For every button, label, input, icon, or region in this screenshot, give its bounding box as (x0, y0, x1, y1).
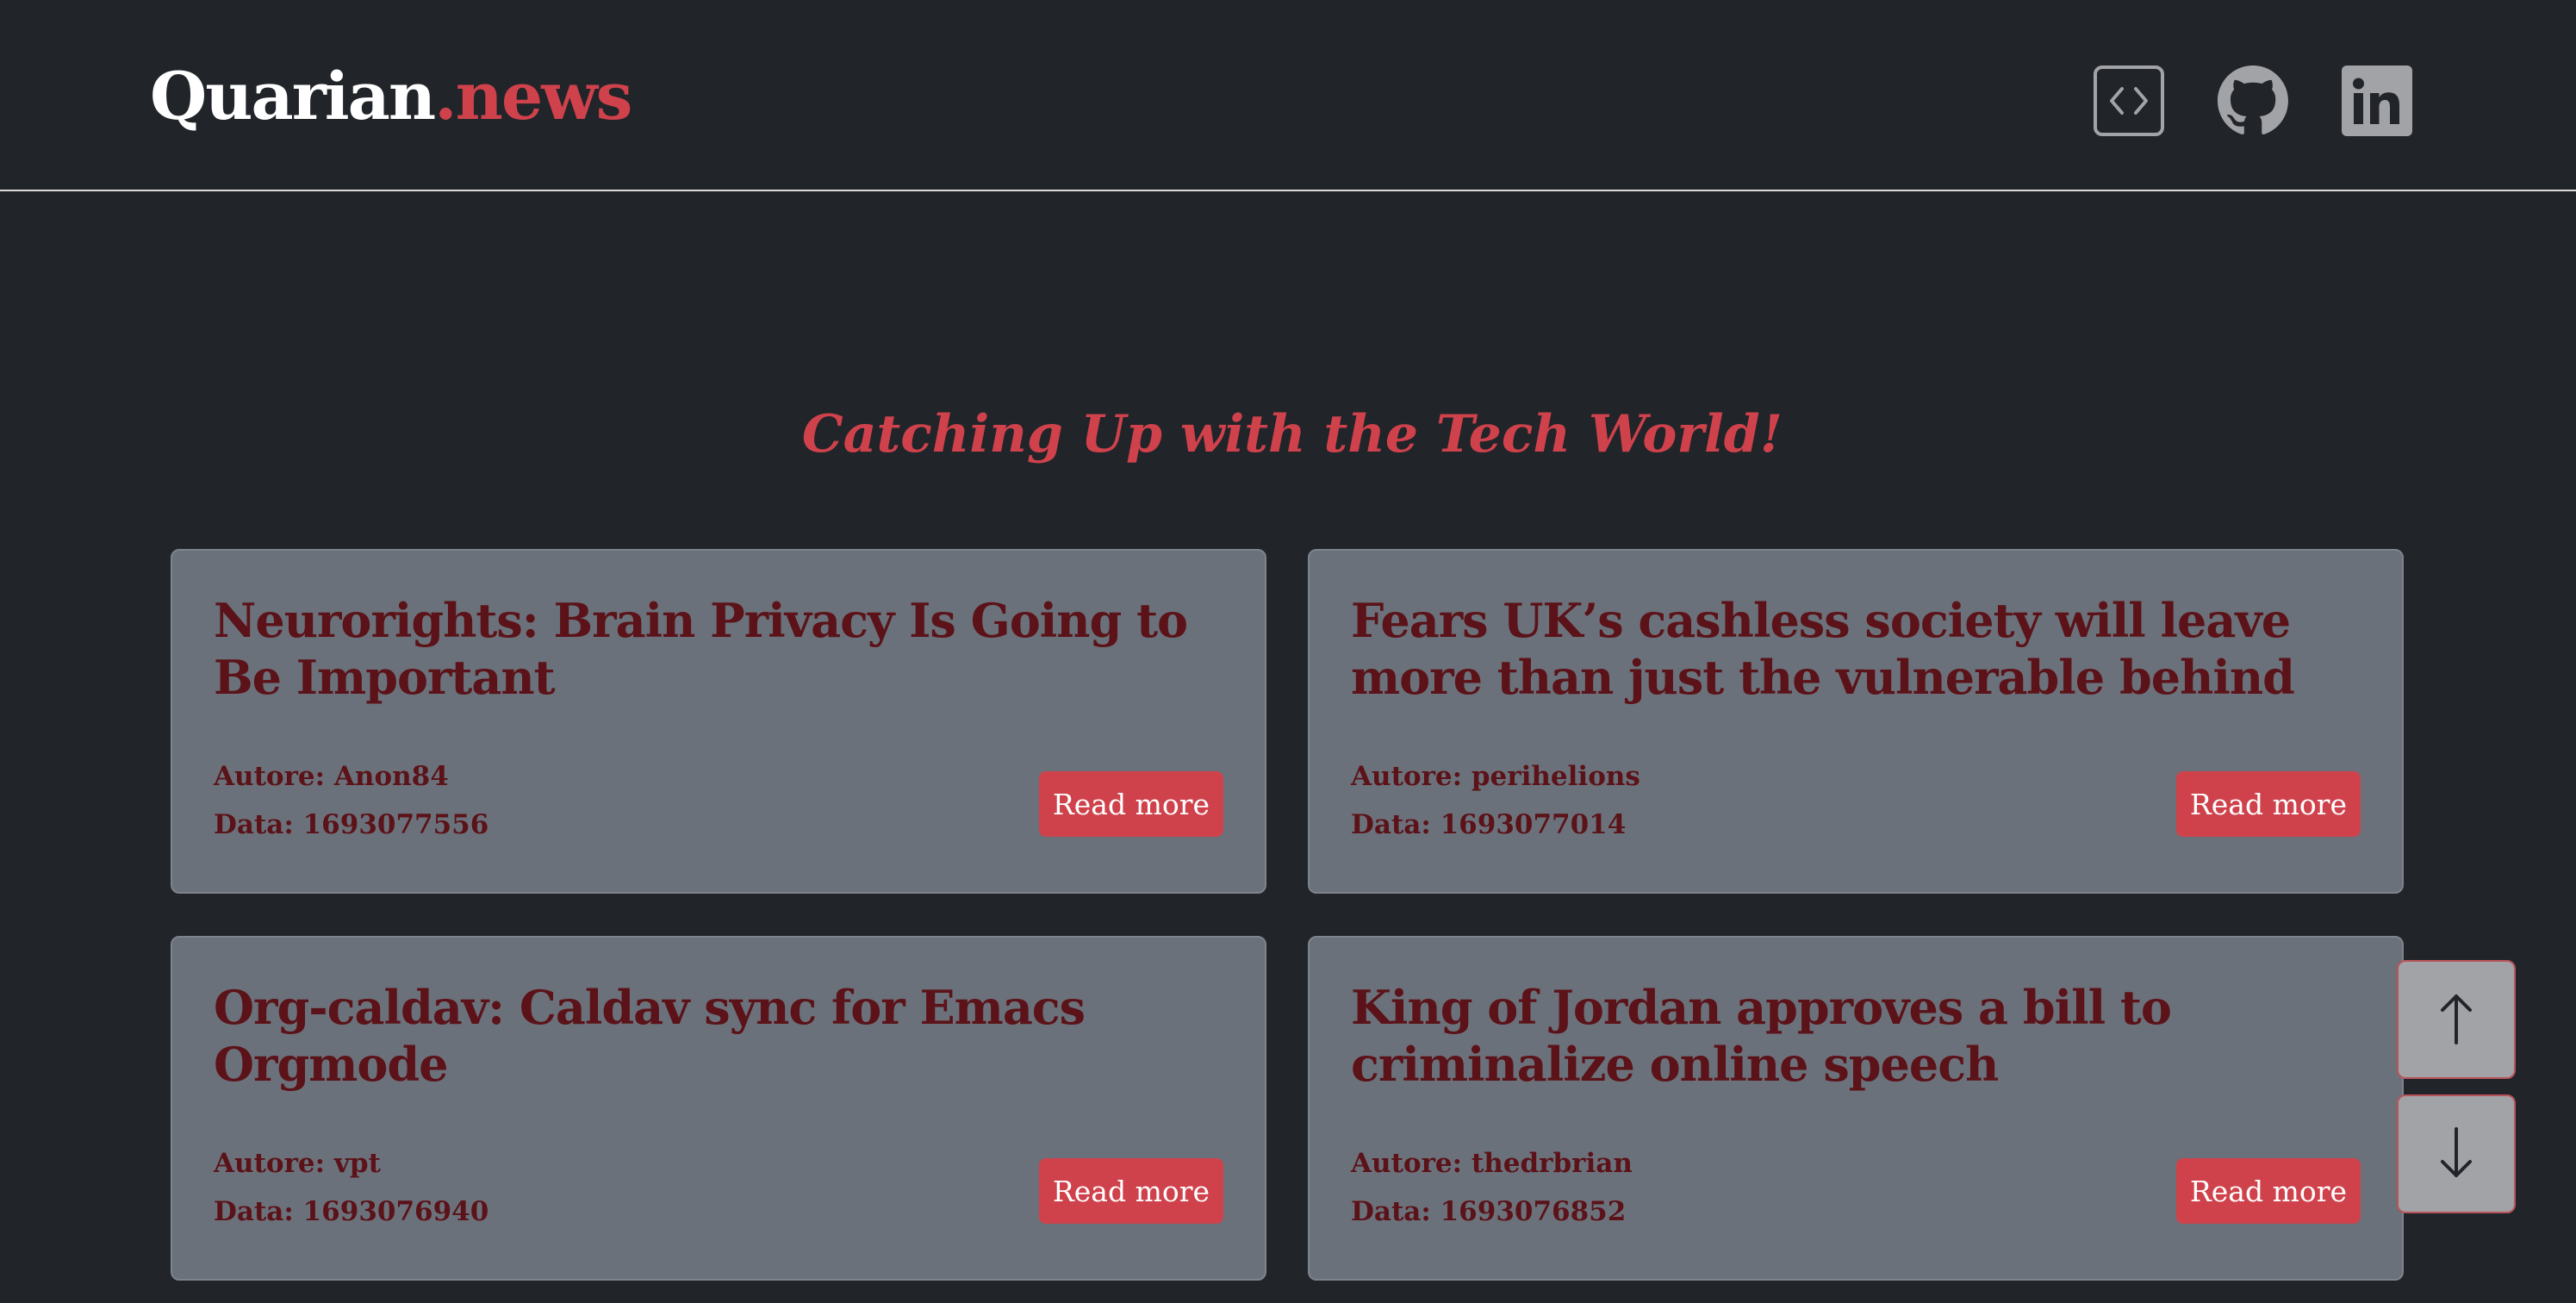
code-brackets-icon[interactable] (2094, 65, 2164, 136)
article-card: Fears UK’s cashless society will leave m… (1308, 549, 2404, 894)
article-title[interactable]: Neurorights: Brain Privacy Is Going to B… (214, 592, 1230, 706)
article-author: Autore: vpt (214, 1148, 381, 1179)
scroll-up-button[interactable] (2397, 960, 2516, 1079)
logo-brand-tld: .news (434, 58, 632, 134)
article-date: Data: 1693076852 (1351, 1196, 1627, 1227)
article-date: Data: 1693076940 (214, 1196, 489, 1227)
article-title[interactable]: King of Jordan approves a bill to crimin… (1351, 979, 2368, 1093)
read-more-button[interactable]: Read more (1039, 771, 1223, 837)
article-date: Data: 1693077556 (214, 809, 489, 840)
article-card: King of Jordan approves a bill to crimin… (1308, 936, 2404, 1281)
article-author: Autore: perihelions (1351, 761, 1640, 792)
page-tagline: Catching Up with the Tech World! (801, 404, 1783, 464)
arrow-down-icon (2436, 1125, 2477, 1183)
read-more-button[interactable]: Read more (1039, 1158, 1223, 1224)
article-author: Autore: Anon84 (214, 761, 449, 792)
scroll-down-button[interactable] (2397, 1094, 2516, 1213)
read-more-button[interactable]: Read more (2176, 1158, 2361, 1224)
logo-brand-main: Quarian (150, 58, 436, 134)
linkedin-icon[interactable] (2342, 65, 2412, 136)
article-card: Neurorights: Brain Privacy Is Going to B… (171, 549, 1266, 894)
arrow-up-icon (2436, 991, 2477, 1049)
site-header: Quarian.news (0, 0, 2576, 191)
read-more-button[interactable]: Read more (2176, 771, 2361, 837)
article-title[interactable]: Org-caldav: Caldav sync for Emacs Orgmod… (214, 979, 1230, 1093)
article-card: Org-caldav: Caldav sync for Emacs Orgmod… (171, 936, 1266, 1281)
article-date: Data: 1693077014 (1351, 809, 1627, 840)
github-icon[interactable] (2218, 65, 2288, 136)
article-author: Autore: thedrbrian (1351, 1148, 1633, 1179)
site-logo[interactable]: Quarian.news (150, 55, 632, 138)
article-title[interactable]: Fears UK’s cashless society will leave m… (1351, 592, 2368, 706)
